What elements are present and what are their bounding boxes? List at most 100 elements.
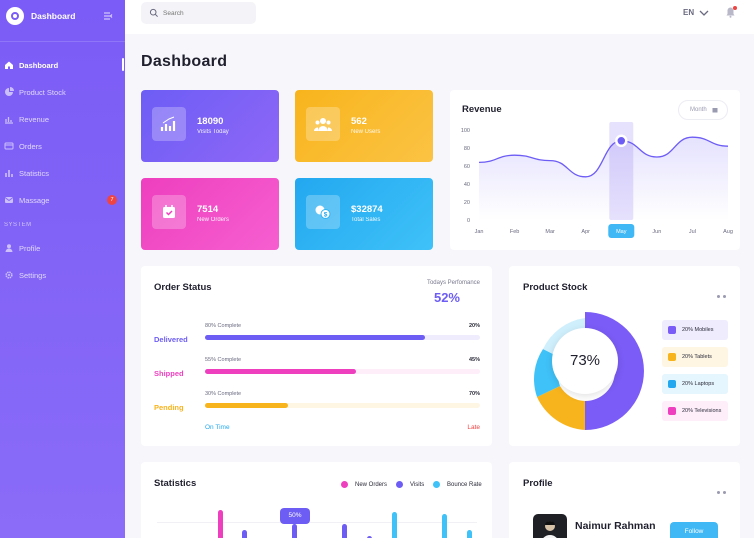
progress-track	[205, 335, 480, 340]
legend-item-laptops: 20% Laptops	[662, 374, 728, 394]
chevron-down-icon[interactable]	[699, 9, 709, 17]
legend-swatch	[668, 380, 676, 388]
sidebar-item-statistics[interactable]: Statistics	[0, 163, 125, 183]
revenue-chart: 100 80 60 40 20 0 Jan Feb Mar Apr May Jun Jul Aug	[461, 122, 733, 238]
stat-card-orders[interactable]: 7514 New Orders	[141, 178, 279, 250]
follow-button[interactable]: Follow	[670, 522, 718, 538]
stat-bar	[442, 514, 447, 538]
product-stock-panel: Product Stock 73% 20% Mobiles 20% Tablet…	[509, 266, 740, 446]
order-row-delivered: Delivered 80% Complete 20%	[141, 323, 492, 353]
brand: Dashboard	[0, 0, 125, 34]
sidebar-item-label: Massage	[19, 196, 50, 205]
more-options-icon[interactable]	[717, 481, 729, 494]
language-selector[interactable]: EN	[683, 8, 694, 17]
legend-swatch	[668, 326, 676, 334]
notification-dot	[733, 6, 737, 10]
order-complete-text: 80% Complete	[205, 323, 242, 329]
sidebar-item-label: Statistics	[19, 169, 50, 178]
y-tick-label: 80	[464, 146, 470, 152]
progress-fill	[205, 335, 425, 340]
y-tick-label: 0	[467, 218, 470, 224]
performance-value: 52%	[433, 290, 460, 305]
stat-bar	[292, 524, 297, 538]
stat-card-users[interactable]: 562 New Users	[295, 90, 433, 162]
x-tick-label: Feb	[510, 229, 519, 235]
stat-bar	[342, 524, 347, 538]
profile-name: Naimur Rahman	[575, 520, 656, 532]
card-value: $32874	[351, 204, 383, 215]
legend-label: Bounce Rate	[447, 481, 482, 488]
stock-percent: 73%	[569, 352, 601, 369]
x-tick-label: Apr	[581, 229, 590, 235]
coins-icon: $	[306, 195, 340, 229]
progress-track	[205, 403, 480, 408]
revenue-panel: Revenue Month 100 80 60 40 20 0 Jan Feb Mar Apr Ma…	[450, 90, 740, 250]
card-label: New Orders	[197, 217, 230, 223]
sidebar-item-product-stock[interactable]: Product Stock	[0, 82, 125, 102]
search-icon	[149, 8, 158, 17]
progress-fill	[205, 403, 288, 408]
revenue-point	[615, 134, 628, 148]
stat-bar	[392, 512, 397, 538]
sidebar-section-label: SYSTEM	[4, 222, 32, 228]
revenue-area	[479, 137, 728, 220]
order-pct: 45%	[468, 357, 480, 363]
tooltip-bubble: 50%	[280, 508, 310, 524]
order-row-shipped: Shipped 55% Complete 45%	[141, 357, 492, 387]
y-tick-label: 40	[464, 182, 470, 188]
search-input[interactable]	[163, 6, 251, 20]
card-label: Visits Today	[197, 129, 229, 135]
y-tick-label: 100	[461, 128, 470, 134]
sidebar-item-dashboard[interactable]: Dashboard	[0, 55, 125, 75]
statistics-title: Statistics	[154, 478, 197, 489]
sidebar-item-label: Settings	[19, 271, 47, 280]
card-value: 18090	[197, 116, 224, 127]
x-tick-label: May	[616, 229, 627, 235]
divider	[0, 41, 125, 42]
on-time-label: On Time	[205, 424, 230, 431]
logo-icon	[6, 7, 24, 25]
legend-item-televisions: 20% Televisions	[662, 401, 728, 421]
gridline	[157, 522, 477, 523]
orders-icon	[4, 142, 14, 150]
x-tick-label: Mar	[545, 229, 555, 235]
sidebar-item-profile[interactable]: Profile	[0, 238, 125, 258]
progress-track	[205, 369, 480, 374]
search-box[interactable]	[141, 2, 256, 24]
legend-swatch	[668, 407, 676, 415]
sidebar-item-label: Dashboard	[19, 61, 59, 70]
sidebar-item-label: Revenue	[19, 115, 50, 124]
late-label: Late	[467, 424, 480, 431]
stat-card-visits[interactable]: 18090 Visits Today	[141, 90, 279, 162]
order-row-pending: Pending 30% Complete 70%	[141, 391, 492, 421]
bar-chart-icon	[5, 117, 13, 124]
order-complete-text: 55% Complete	[205, 357, 242, 363]
legend-label: Visits	[410, 481, 425, 488]
sidebar: Dashboard Dashboard Product Stock Revenu…	[0, 0, 125, 538]
sidebar-item-revenue[interactable]: Revenue	[0, 109, 125, 129]
stat-bar	[467, 530, 472, 538]
profile-panel: Profile Naimur Rahman Follow	[509, 462, 740, 538]
menu-toggle-icon[interactable]	[103, 11, 113, 21]
legend-label: 20% Laptops	[682, 381, 715, 387]
y-tick-label: 20	[464, 200, 470, 206]
legend-swatch	[341, 481, 348, 488]
sidebar-item-settings[interactable]: Settings	[0, 265, 125, 285]
order-box-icon	[152, 195, 186, 229]
order-pct: 20%	[468, 323, 480, 329]
sidebar-item-orders[interactable]: Orders	[0, 136, 125, 156]
legend-swatch	[668, 353, 676, 361]
legend-item-new-orders: New Orders	[341, 481, 387, 488]
stat-bar	[218, 510, 223, 538]
order-status-title: Order Status	[154, 282, 212, 293]
sidebar-item-massage[interactable]: Massage 7	[0, 190, 125, 210]
progress-fill	[205, 369, 357, 374]
order-status-name: Delivered	[154, 335, 188, 344]
y-tick-label: 60	[464, 164, 470, 170]
order-complete-text: 30% Complete	[205, 391, 242, 397]
app-title: Dashboard	[31, 11, 76, 21]
user-icon	[5, 244, 13, 252]
card-value: 7514	[197, 204, 219, 215]
stat-card-sales[interactable]: $ $32874 Total Sales	[295, 178, 433, 250]
more-options-icon[interactable]	[717, 285, 729, 298]
